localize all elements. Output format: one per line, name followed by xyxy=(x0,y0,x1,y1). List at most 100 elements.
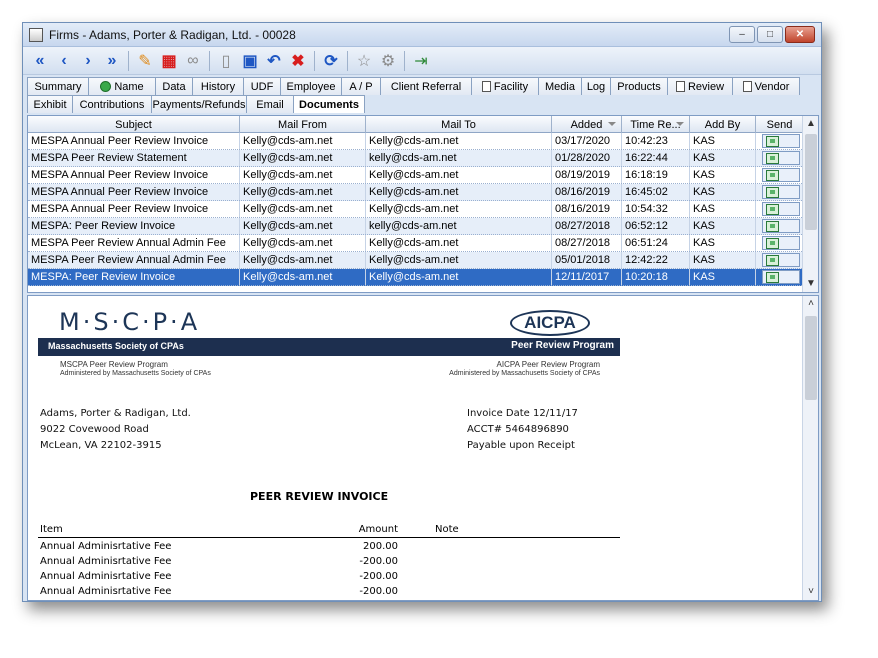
scroll-thumb[interactable] xyxy=(805,134,817,230)
letterhead-banner: Massachusetts Society of CPAs Peer Revie… xyxy=(38,338,620,356)
invoice-line: Annual Adminisrtative Fee 200.00 xyxy=(38,541,620,556)
save-icon[interactable]: ▣ xyxy=(239,50,261,72)
grid-body: MESPA Annual Peer Review Invoice Kelly@cd… xyxy=(28,133,804,286)
amount-header: Amount xyxy=(358,524,398,535)
cell-send xyxy=(756,133,804,149)
send-button[interactable] xyxy=(762,151,800,165)
tab-client-referral[interactable]: Client Referral xyxy=(380,77,472,95)
table-row[interactable]: MESPA: Peer Review Invoice Kelly@cds-am.n… xyxy=(28,218,804,235)
table-row[interactable]: MESPA Peer Review Statement Kelly@cds-am.… xyxy=(28,150,804,167)
delete-icon[interactable]: ✖ xyxy=(287,50,309,72)
minimize-button[interactable]: – xyxy=(729,26,755,43)
send-button[interactable] xyxy=(762,253,800,267)
send-button[interactable] xyxy=(762,168,800,182)
previous-record-icon[interactable]: ‹ xyxy=(53,50,75,72)
send-button[interactable] xyxy=(762,185,800,199)
table-row[interactable]: MESPA Peer Review Annual Admin Fee Kelly@… xyxy=(28,252,804,269)
column-header[interactable]: Add By xyxy=(690,116,756,133)
column-header-label: Mail To xyxy=(441,118,476,131)
new-document-icon[interactable]: ▯ xyxy=(215,50,237,72)
send-button[interactable] xyxy=(762,134,800,148)
column-header[interactable]: Mail From xyxy=(240,116,366,133)
send-button[interactable] xyxy=(762,236,800,250)
table-row[interactable]: MESPA Annual Peer Review Invoice Kelly@cd… xyxy=(28,201,804,218)
column-header[interactable]: Time Re... xyxy=(622,116,690,133)
tab-email[interactable]: Email xyxy=(246,95,294,113)
tab-products[interactable]: Products xyxy=(610,77,668,95)
scroll-up-icon[interactable]: ˄ xyxy=(803,296,818,312)
next-record-icon[interactable]: › xyxy=(77,50,99,72)
invoice-table-header: Item Amount Note xyxy=(38,524,620,538)
scroll-down-icon[interactable]: ˅ xyxy=(803,584,818,600)
tab-history[interactable]: History xyxy=(192,77,244,95)
mscpa-logo: M·S·C·P·A xyxy=(59,308,201,336)
tab-documents[interactable]: Documents xyxy=(293,95,365,113)
binoculars-icon[interactable]: ∞ xyxy=(182,50,204,72)
scroll-up-icon[interactable]: ▲ xyxy=(803,116,818,132)
column-header[interactable]: Mail To xyxy=(366,116,552,133)
tab-exhibit[interactable]: Exhibit xyxy=(27,95,73,113)
tab-summary[interactable]: Summary xyxy=(27,77,89,95)
table-row[interactable]: MESPA Peer Review Annual Admin Fee Kelly@… xyxy=(28,235,804,252)
tools-icon[interactable]: ⚙ xyxy=(377,50,399,72)
column-header[interactable]: Send xyxy=(756,116,804,133)
cell-subject: MESPA Peer Review Statement xyxy=(28,150,240,166)
table-row[interactable]: MESPA Annual Peer Review Invoice Kelly@cd… xyxy=(28,184,804,201)
tab-review[interactable]: Review xyxy=(667,77,733,95)
grid-scrollbar[interactable]: ▲ ▼ xyxy=(802,116,818,292)
cell-time: 10:20:18 xyxy=(622,269,690,285)
cell-time: 16:22:44 xyxy=(622,150,690,166)
payment-terms: Payable upon Receipt xyxy=(467,440,575,451)
tab-facility[interactable]: Facility xyxy=(471,77,539,95)
favorite-star-icon[interactable]: ☆ xyxy=(353,50,375,72)
invoice-title: PEER REVIEW INVOICE xyxy=(250,490,389,503)
tab-label: A / P xyxy=(349,80,373,93)
exit-icon[interactable]: ⇥ xyxy=(410,50,432,72)
first-record-icon[interactable]: « xyxy=(29,50,51,72)
last-record-icon[interactable]: » xyxy=(101,50,123,72)
invoice-date: Invoice Date 12/11/17 xyxy=(467,408,578,419)
send-mail-icon xyxy=(766,169,779,181)
tab-label: Data xyxy=(162,80,186,93)
table-row[interactable]: MESPA: Peer Review Invoice Kelly@cds-am.n… xyxy=(28,269,804,286)
tab-vendor[interactable]: Vendor xyxy=(732,77,800,95)
tab-a-p[interactable]: A / P xyxy=(341,77,381,95)
title-bar[interactable]: Firms - Adams, Porter & Radigan, Ltd. - … xyxy=(23,23,821,47)
send-button[interactable] xyxy=(762,202,800,216)
column-header[interactable]: Subject xyxy=(28,116,240,133)
cell-from: Kelly@cds-am.net xyxy=(240,150,366,166)
table-row[interactable]: MESPA Annual Peer Review Invoice Kelly@cd… xyxy=(28,133,804,150)
scroll-down-icon[interactable]: ▼ xyxy=(803,276,818,292)
tab-media[interactable]: Media xyxy=(538,77,582,95)
cell-time: 16:18:19 xyxy=(622,167,690,183)
note-header: Note xyxy=(435,524,459,535)
tab-employee[interactable]: Employee xyxy=(280,77,342,95)
scroll-thumb[interactable] xyxy=(805,316,817,400)
maximize-button[interactable]: □ xyxy=(757,26,783,43)
tab-contributions[interactable]: Contributions xyxy=(72,95,152,113)
invoice-table: Item Amount Note Annual Adminisrtative F… xyxy=(38,524,620,600)
line-item: Annual Adminisrtative Fee xyxy=(40,556,172,567)
tab-payments-refunds[interactable]: Payments/Refunds xyxy=(151,95,247,113)
close-button[interactable]: ✕ xyxy=(785,26,815,43)
tab-label: Employee xyxy=(286,80,336,93)
tab-label: Review xyxy=(687,80,725,93)
tab-udf[interactable]: UDF xyxy=(243,77,281,95)
send-button[interactable] xyxy=(762,219,800,233)
book-icon[interactable]: ▦ xyxy=(158,50,180,72)
left-program-name: MSCPA Peer Review Program xyxy=(60,360,168,369)
tab-data[interactable]: Data xyxy=(155,77,193,95)
undo-icon[interactable]: ↶ xyxy=(263,50,285,72)
table-row[interactable]: MESPA Annual Peer Review Invoice Kelly@cd… xyxy=(28,167,804,184)
cell-from: Kelly@cds-am.net xyxy=(240,167,366,183)
preview-scrollbar[interactable]: ˄ ˅ xyxy=(802,296,818,600)
notes-icon[interactable]: ✎ xyxy=(134,50,156,72)
send-button[interactable] xyxy=(762,270,800,284)
tab-name[interactable]: Name xyxy=(88,77,156,95)
refresh-icon[interactable]: ⟳ xyxy=(320,50,342,72)
cell-to: kelly@cds-am.net xyxy=(366,218,552,234)
tab-log[interactable]: Log xyxy=(581,77,611,95)
column-header-label: Send xyxy=(766,118,793,131)
cell-addby: KAS xyxy=(690,184,756,200)
column-header[interactable]: Added xyxy=(552,116,622,133)
